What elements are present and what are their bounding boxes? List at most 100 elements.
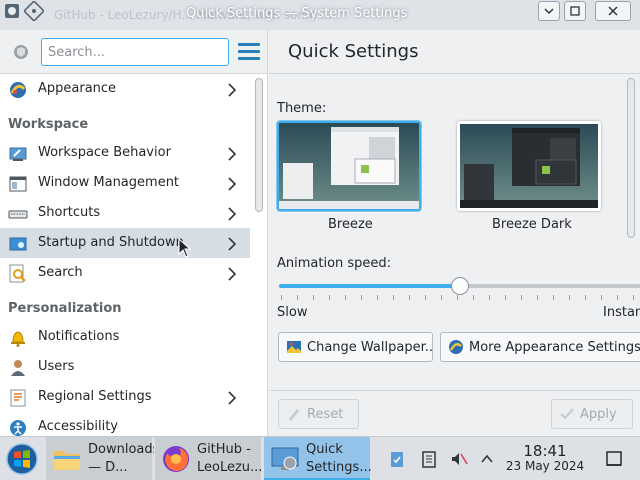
slider-tick bbox=[425, 295, 426, 300]
reset-label: Reset bbox=[307, 406, 344, 422]
sidebar-item-label: Appearance bbox=[38, 81, 117, 96]
slider-tick bbox=[521, 295, 522, 300]
maximize-icon bbox=[570, 6, 580, 16]
close-icon bbox=[608, 6, 618, 16]
hamburger-menu-icon[interactable] bbox=[238, 43, 260, 61]
clipboard-tray-icon[interactable] bbox=[388, 450, 406, 468]
animation-speed-slider-fill bbox=[279, 284, 461, 288]
sidebar-item-label: Notifications bbox=[38, 329, 120, 344]
minimize-button[interactable] bbox=[538, 1, 560, 21]
sidebar-item-users[interactable]: Users bbox=[0, 352, 250, 382]
slider-tick bbox=[393, 295, 394, 300]
checkmark-icon bbox=[560, 408, 574, 420]
breeze-dark-preview-image bbox=[460, 124, 598, 208]
slider-tick bbox=[345, 295, 346, 300]
section-header-workspace: Workspace bbox=[8, 117, 89, 132]
chevron-right-icon bbox=[228, 147, 237, 161]
window-management-icon bbox=[9, 176, 27, 192]
theme-name-breeze: Breeze bbox=[328, 217, 373, 232]
task-downloads[interactable]: Downloads — D... bbox=[46, 437, 154, 480]
apply-label: Apply bbox=[580, 406, 617, 422]
sidebar-item-search[interactable]: Search bbox=[0, 258, 250, 288]
sidebar-item-shortcuts[interactable]: Shortcuts bbox=[0, 198, 250, 228]
appearance-icon bbox=[449, 340, 463, 354]
slider-tick bbox=[489, 295, 490, 300]
slider-tick bbox=[473, 295, 474, 300]
sidebar-item-accessibility[interactable]: Accessibility bbox=[0, 412, 250, 436]
accessibility-icon bbox=[10, 420, 26, 436]
sidebar-item-label: Users bbox=[38, 359, 75, 374]
sidebar-item-window-management[interactable]: Window Management bbox=[0, 168, 250, 198]
maximize-button[interactable] bbox=[564, 1, 586, 21]
bell-icon bbox=[11, 331, 25, 347]
slider-tick bbox=[617, 295, 618, 300]
theme-thumbnail-breeze-dark[interactable] bbox=[457, 121, 601, 211]
animation-speed-slider-handle[interactable] bbox=[451, 277, 470, 295]
sidebar-item-label: Regional Settings bbox=[38, 389, 152, 404]
sidebar-item-appearance[interactable]: Appearance bbox=[0, 74, 250, 104]
startup-icon bbox=[9, 237, 27, 251]
show-desktop-icon[interactable] bbox=[605, 450, 623, 468]
change-wallpaper-label: Change Wallpaper... bbox=[307, 339, 433, 355]
sidebar-item-notifications[interactable]: Notifications bbox=[0, 322, 250, 352]
app-menu-icon[interactable] bbox=[2, 1, 22, 21]
more-appearance-settings-label: More Appearance Settings... bbox=[469, 339, 640, 355]
search-icon bbox=[9, 264, 26, 283]
window-titlebar[interactable]: GitHub - LeoLezury/H... Malware, with so… bbox=[0, 0, 640, 30]
sidebar-item-label: Shortcuts bbox=[38, 205, 101, 220]
sidebar-item-startup-and-shutdown[interactable]: Startup and Shutdown bbox=[0, 228, 250, 258]
sidebar-item-regional-settings[interactable]: Regional Settings bbox=[0, 382, 250, 412]
notes-tray-icon[interactable] bbox=[420, 450, 438, 468]
theme-label: Theme: bbox=[277, 101, 327, 116]
slider-tick bbox=[361, 295, 362, 300]
main-scrollbar[interactable] bbox=[627, 78, 635, 238]
main-content: Quick Settings Theme: Breeze Breeze Dark… bbox=[269, 30, 640, 436]
slider-tick bbox=[537, 295, 538, 300]
sidebar-scrollbar[interactable] bbox=[255, 78, 263, 212]
search-input[interactable] bbox=[41, 38, 229, 66]
reset-button[interactable]: Reset bbox=[278, 399, 359, 429]
chevron-up-icon[interactable] bbox=[478, 450, 496, 468]
folder-icon bbox=[54, 451, 80, 470]
slider-tick bbox=[585, 295, 586, 300]
chevron-right-icon bbox=[228, 267, 237, 281]
close-button[interactable] bbox=[595, 1, 631, 21]
chevron-right-icon bbox=[228, 237, 237, 251]
firefox-icon bbox=[163, 446, 189, 472]
change-wallpaper-button[interactable]: Change Wallpaper... bbox=[278, 332, 433, 362]
clock-date[interactable]: 23 May 2024 bbox=[505, 459, 585, 473]
theme-thumbnail-breeze[interactable] bbox=[277, 121, 421, 211]
main-header: Quick Settings bbox=[269, 30, 640, 74]
reset-icon bbox=[289, 409, 299, 421]
sidebar-item-workspace-behavior[interactable]: Workspace Behavior bbox=[0, 138, 250, 168]
sidebar-header bbox=[0, 30, 267, 74]
task-quick-settings[interactable]: Quick Settings... bbox=[264, 437, 372, 480]
appearance-icon bbox=[10, 82, 26, 98]
users-icon bbox=[11, 360, 25, 376]
task-label: Quick Settings... bbox=[306, 442, 372, 475]
keyboard-icon bbox=[8, 210, 28, 219]
start-menu-icon[interactable] bbox=[5, 442, 39, 476]
page-title: Quick Settings bbox=[288, 41, 419, 62]
apply-button[interactable]: Apply bbox=[551, 399, 633, 429]
sidebar-item-label: Search bbox=[38, 265, 83, 280]
sidebar-item-label: Workspace Behavior bbox=[38, 145, 171, 160]
back-icon[interactable] bbox=[12, 43, 30, 61]
chevron-right-icon bbox=[228, 177, 237, 191]
sidebar: Appearance Workspace Workspace Behavior … bbox=[0, 30, 268, 436]
slider-tick bbox=[441, 295, 442, 300]
slow-label: Slow bbox=[277, 305, 308, 320]
sidebar-item-label: Accessibility bbox=[38, 419, 118, 434]
chevron-right-icon bbox=[228, 83, 237, 97]
slider-tick bbox=[633, 295, 634, 300]
pin-icon[interactable] bbox=[24, 1, 44, 21]
more-appearance-settings-button[interactable]: More Appearance Settings... bbox=[440, 332, 640, 362]
slider-tick bbox=[281, 295, 282, 300]
task-label: Downloads — D... bbox=[88, 442, 154, 475]
sidebar-item-label: Startup and Shutdown bbox=[38, 235, 184, 250]
theme-name-breeze-dark: Breeze Dark bbox=[492, 217, 572, 232]
volume-muted-icon[interactable] bbox=[450, 450, 468, 468]
clock-time[interactable]: 18:41 bbox=[505, 442, 585, 460]
task-firefox[interactable]: GitHub - LeoLezu... bbox=[155, 437, 262, 480]
mouse-cursor-icon bbox=[178, 238, 192, 258]
